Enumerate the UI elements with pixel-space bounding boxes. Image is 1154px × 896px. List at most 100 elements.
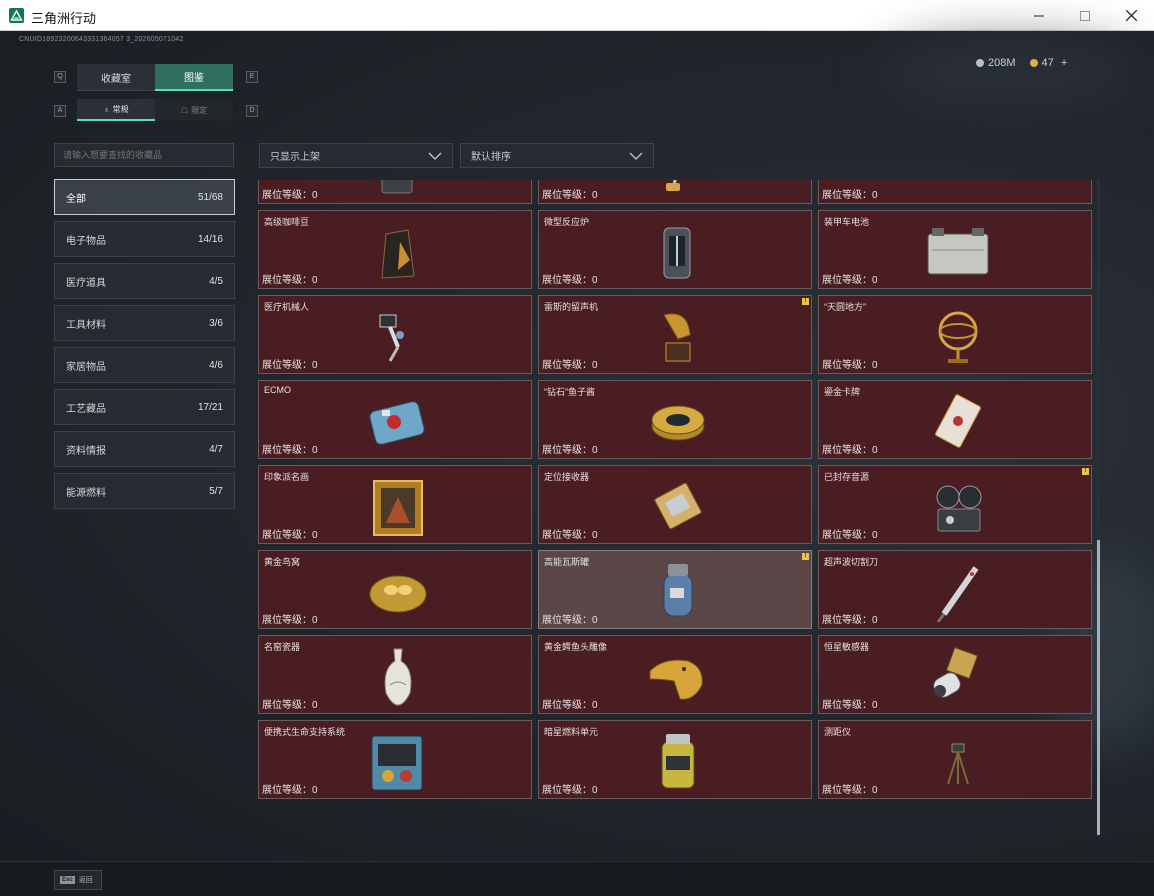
category-count: 17/21 xyxy=(197,401,223,413)
category-label: 能源燃料 xyxy=(66,487,106,499)
collection-card[interactable]: “天圆地方” 展位等级：0 xyxy=(818,295,1092,374)
collection-card[interactable]: 黄金鸟窝展位等级：0 xyxy=(258,550,532,629)
category-item[interactable]: 工具材料 3/6 xyxy=(54,305,235,341)
category-item[interactable]: 电子物品 14/16 xyxy=(54,221,235,257)
card-name: 高能瓦斯罐 xyxy=(544,557,590,567)
server-icon xyxy=(924,180,990,197)
card-level: 展位等级：0 xyxy=(262,190,318,201)
sensor-icon xyxy=(924,645,990,707)
robot-arm-icon xyxy=(364,305,430,367)
key-hint-a: A xyxy=(54,105,66,117)
card-level: 展位等级：0 xyxy=(822,190,878,201)
card-level: 展位等级：0 xyxy=(262,275,318,286)
category-label: 医疗道具 xyxy=(66,277,106,289)
collection-card[interactable]: 装甲车电池 展位等级：0 xyxy=(818,210,1092,289)
add-coin-button[interactable]: + xyxy=(1061,57,1067,69)
card-level: 展位等级：0 xyxy=(262,785,318,796)
search-input[interactable] xyxy=(54,143,234,167)
card-name: 微型反应炉 xyxy=(544,217,590,227)
back-button[interactable]: Esc 返回 xyxy=(54,870,102,890)
card-name: 测距仪 xyxy=(824,727,852,737)
item-grid: 展位等级：0 展位等级：0 展位等级：0 高级咖啡豆 展位等级：0 微型反应炉 展位等级：0… xyxy=(258,180,1092,799)
card-name: 定位接收器 xyxy=(544,472,590,482)
card-level: 展位等级：0 xyxy=(822,530,878,541)
collection-card[interactable]: 高能瓦斯罐 展位等级：0! xyxy=(538,550,812,629)
crate-icon xyxy=(364,180,430,197)
new-badge-icon: ! xyxy=(1082,468,1089,475)
card-name: 鎏金卡牌 xyxy=(824,387,861,397)
display-filter-dropdown[interactable]: 只显示上架 xyxy=(259,143,453,168)
collection-card[interactable]: 高级咖啡豆 展位等级：0 xyxy=(258,210,532,289)
category-label: 资料情报 xyxy=(66,445,106,457)
collection-card[interactable]: 便携式生命支持系统 展位等级：0 xyxy=(258,720,532,799)
tab-limited[interactable]: ☖ 限定 xyxy=(155,99,233,121)
collection-card[interactable]: 测距仪 展位等级：0 xyxy=(818,720,1092,799)
category-item[interactable]: 家居物品 4/6 xyxy=(54,347,235,383)
collection-card[interactable]: 鎏金卡牌 展位等级：0 xyxy=(818,380,1092,459)
card-level: 展位等级：0 xyxy=(822,615,878,626)
category-item[interactable]: 能源燃料 5/7 xyxy=(54,473,235,509)
card-level: 展位等级：0 xyxy=(262,615,318,626)
display-filter-value: 只显示上架 xyxy=(270,152,320,163)
collection-card[interactable]: 恒星敏感器 展位等级：0 xyxy=(818,635,1092,714)
collection-card[interactable]: “钻石”鱼子酱 展位等级：0 xyxy=(538,380,812,459)
close-icon xyxy=(1125,10,1137,21)
minimize-button[interactable] xyxy=(1016,0,1062,31)
collection-card[interactable]: 展位等级：0 xyxy=(258,180,532,204)
card-level: 展位等级：0 xyxy=(262,530,318,541)
card-name: 印象派名画 xyxy=(264,472,310,482)
sort-value: 默认排序 xyxy=(471,152,511,163)
tab-regular[interactable]: ♁ 常规 xyxy=(77,99,155,121)
scrollbar-thumb[interactable] xyxy=(1097,540,1100,835)
tab-codex[interactable]: 图鉴 xyxy=(155,64,233,91)
collection-card[interactable]: 印象派名画展位等级：0 xyxy=(258,465,532,544)
card-name: 黄金鸟窝 xyxy=(264,557,301,567)
card-name: “钻石”鱼子酱 xyxy=(544,387,595,397)
category-item[interactable]: 全部 51/68 xyxy=(54,179,235,215)
card-name: 雷斯的留声机 xyxy=(544,302,599,312)
card-level: 展位等级：0 xyxy=(542,445,598,456)
category-label: 全部 xyxy=(66,193,86,205)
window-title: 三角洲行动 xyxy=(31,11,97,26)
scrollbar[interactable] xyxy=(1097,180,1100,835)
collection-card[interactable]: 微型反应炉展位等级：0 xyxy=(538,210,812,289)
new-badge-icon: ! xyxy=(802,553,809,560)
painting-icon xyxy=(364,475,430,537)
card-level: 展位等级：0 xyxy=(542,190,598,201)
collection-card[interactable]: 名窑瓷器 展位等级：0 xyxy=(258,635,532,714)
collection-card[interactable]: 定位接收器展位等级：0 xyxy=(538,465,812,544)
maximize-button[interactable] xyxy=(1062,0,1108,31)
card-level: 展位等级：0 xyxy=(262,700,318,711)
category-count: 5/7 xyxy=(209,485,223,497)
category-label: 工具材料 xyxy=(66,319,106,331)
category-count: 4/7 xyxy=(209,443,223,455)
collection-card[interactable]: ECMO 展位等级：0 xyxy=(258,380,532,459)
card-name: 已封存音源 xyxy=(824,472,870,482)
money-value: 208M xyxy=(988,57,1016,69)
close-button[interactable] xyxy=(1108,0,1154,31)
sort-dropdown[interactable]: 默认排序 xyxy=(460,143,654,168)
tab-collection-room[interactable]: 收藏室 xyxy=(77,64,155,91)
card-level: 展位等级：0 xyxy=(542,275,598,286)
collection-card[interactable]: 展位等级：0 xyxy=(818,180,1092,204)
collection-card[interactable]: 暗星燃料单元 展位等级：0 xyxy=(538,720,812,799)
battery-icon xyxy=(924,220,990,282)
collection-card[interactable]: 已封存音源展位等级：0! xyxy=(818,465,1092,544)
card-name: 恒星敏感器 xyxy=(824,642,870,652)
scalpel-icon xyxy=(924,560,990,623)
coin-display[interactable]: 47 + xyxy=(1029,57,1067,69)
card-level: 展位等级：0 xyxy=(542,530,598,541)
collection-card[interactable]: 医疗机械人 展位等级：0 xyxy=(258,295,532,374)
collection-card[interactable]: 黄金鳄鱼头雕像 展位等级：0 xyxy=(538,635,812,714)
collection-card[interactable]: 展位等级：0 xyxy=(538,180,812,204)
tripod-icon xyxy=(924,730,990,792)
category-count: 3/6 xyxy=(209,317,223,329)
key-hint-e: E xyxy=(246,71,258,83)
category-item[interactable]: 工艺藏品 17/21 xyxy=(54,389,235,425)
collection-card[interactable]: 雷斯的留声机 展位等级：0! xyxy=(538,295,812,374)
armillary-icon xyxy=(924,305,990,367)
category-item[interactable]: 医疗道具 4/5 xyxy=(54,263,235,299)
category-item[interactable]: 资料情报 4/7 xyxy=(54,431,235,467)
fuel-cell-icon xyxy=(644,730,710,792)
collection-card[interactable]: 超声波切割刀 展位等级：0 xyxy=(818,550,1092,629)
